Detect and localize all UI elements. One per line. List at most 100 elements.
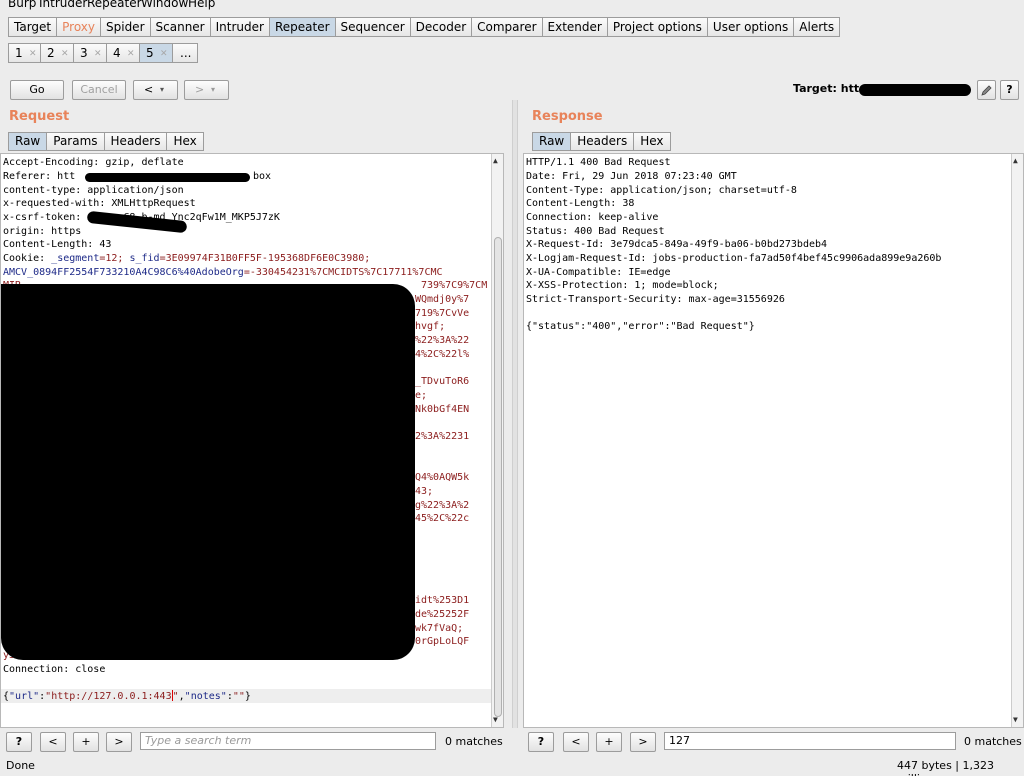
response-title: Response (532, 109, 603, 124)
dropdown-icon[interactable]: ▾ (160, 81, 164, 99)
menu-burp[interactable]: Burp (8, 0, 36, 10)
json-punct: } (244, 691, 251, 702)
tab-spider[interactable]: Spider (101, 17, 151, 37)
cookie-name: _segment (51, 253, 100, 264)
tab-headers[interactable]: Headers (104, 132, 168, 151)
response-scrollbar[interactable]: ▲ ▼ (1011, 154, 1023, 727)
repeater-tab-1[interactable]: 1 ✕ (8, 43, 41, 63)
search-prev-button[interactable]: < (563, 732, 589, 752)
request-line-text: Referer: htt (3, 171, 76, 182)
tab-decoder[interactable]: Decoder (410, 17, 473, 37)
request-line: Accept-Encoding: gzip, deflate (3, 157, 184, 168)
tab-raw[interactable]: Raw (532, 132, 572, 151)
tab-scanner[interactable]: Scanner (150, 17, 211, 37)
pencil-icon (981, 85, 992, 96)
tab-sequencer[interactable]: Sequencer (335, 17, 411, 37)
tab-user-options[interactable]: User options (707, 17, 795, 37)
close-icon[interactable]: ✕ (29, 45, 37, 63)
cookie-fragment: 2%3A%2231 (415, 431, 470, 442)
response-tabs: Raw Headers Hex (532, 132, 671, 151)
search-next-button[interactable]: > (106, 732, 132, 752)
scroll-down-icon[interactable]: ▼ (493, 715, 498, 724)
response-line: X-Request-Id: 3e79dca5-849a-49f9-ba06-b0… (526, 239, 828, 250)
response-line: Content-Type: application/json; charset=… (526, 185, 797, 196)
repeater-tab-5[interactable]: 5 ✕ (140, 43, 173, 63)
close-icon[interactable]: ✕ (160, 45, 168, 63)
request-search-input[interactable]: Type a search term (140, 732, 436, 750)
back-button[interactable]: < ▾ (133, 80, 178, 100)
tab-repeater[interactable]: Repeater (269, 17, 336, 37)
menu-bar: Burp Intruder Repeater Window Help (0, 0, 1024, 12)
cookie-name: s_fid (129, 253, 160, 264)
request-line: Connection: close (3, 664, 106, 675)
cookie-fragment: _TDvuToR6 (415, 376, 470, 387)
cookie-fragment: wk7fVaQ; (415, 623, 464, 634)
search-add-button[interactable]: + (73, 732, 99, 752)
scroll-down-icon[interactable]: ▼ (1013, 715, 1018, 724)
json-value: "" (232, 691, 245, 702)
go-button[interactable]: Go (10, 80, 64, 100)
tab-headers[interactable]: Headers (571, 132, 635, 151)
close-icon[interactable]: ✕ (127, 45, 135, 63)
tab-alerts[interactable]: Alerts (794, 17, 841, 37)
repeater-tab-4[interactable]: 4 ✕ (107, 43, 140, 63)
search-next-button[interactable]: > (630, 732, 656, 752)
tab-hex[interactable]: Hex (167, 132, 204, 151)
repeater-tabs: 1 ✕ 2 ✕ 3 ✕ 4 ✕ 5 ✕ ... (8, 43, 198, 63)
repeater-tab-2[interactable]: 2 ✕ (41, 43, 74, 63)
redaction-block (1, 284, 415, 660)
search-help-button[interactable]: ? (528, 732, 554, 752)
response-line: Connection: keep-alive (526, 212, 659, 223)
request-line: origin: https (3, 226, 82, 237)
response-line: Date: Fri, 29 Jun 2018 07:23:40 GMT (526, 171, 737, 182)
status-text: Done (6, 759, 35, 772)
forward-button[interactable]: > ▾ (184, 80, 229, 100)
edit-target-button[interactable] (977, 80, 996, 100)
tab-hex[interactable]: Hex (634, 132, 671, 151)
tool-tabs: Target Proxy Spider Scanner Intruder Rep… (8, 17, 841, 37)
tab-intruder[interactable]: Intruder (210, 17, 270, 37)
help-button[interactable]: ? (1000, 80, 1019, 100)
cookie-line: AMCV_0894FF2554F733210A4C98C6%40AdobeOrg… (3, 266, 443, 279)
tab-target[interactable]: Target (8, 17, 58, 37)
search-add-button[interactable]: + (596, 732, 622, 752)
dropdown-icon[interactable]: ▾ (211, 81, 215, 99)
request-scrollbar[interactable]: ▲ ▼ (491, 154, 503, 727)
search-prev-button[interactable]: < (40, 732, 66, 752)
scroll-up-icon[interactable]: ▲ (1013, 156, 1018, 165)
menu-window[interactable]: Window (141, 0, 188, 10)
request-body[interactable]: {"url":"http://127.0.0.1:443","notes":""… (3, 690, 251, 703)
response-editor[interactable]: HTTP/1.1 400 Bad Request Date: Fri, 29 J… (523, 153, 1024, 728)
cookie-value: =3E09974F31B0FF5F-195368DF6E0C3980; (159, 253, 371, 264)
tab-raw[interactable]: Raw (8, 132, 48, 151)
referer-tail: box (253, 171, 272, 182)
response-search-input[interactable]: 127 (664, 732, 956, 750)
tab-extender[interactable]: Extender (542, 17, 608, 37)
repeater-tab-new[interactable]: ... (173, 43, 198, 63)
close-icon[interactable]: ✕ (94, 45, 102, 63)
json-value: "http://127.0.0.1:443 (45, 691, 172, 702)
request-editor[interactable]: Accept-Encoding: gzip, deflate Referer: … (0, 153, 504, 728)
cookie-fragment: 43; (415, 486, 434, 497)
repeater-tab-label: 1 (15, 46, 23, 60)
repeater-tab-label: 2 (47, 46, 55, 60)
menu-help[interactable]: Help (188, 0, 215, 10)
scroll-thumb[interactable] (494, 237, 502, 717)
close-icon[interactable]: ✕ (61, 45, 69, 63)
search-help-button[interactable]: ? (6, 732, 32, 752)
tab-proxy[interactable]: Proxy (57, 17, 101, 37)
cookie-value: =-330454231%7CMCIDTS%7C17711%7CMC (243, 267, 443, 278)
response-line: X-XSS-Protection: 1; mode=block; (526, 280, 719, 291)
chevron-right-icon: > (195, 83, 205, 96)
menu-repeater[interactable]: Repeater (87, 0, 142, 10)
tab-project-options[interactable]: Project options (607, 17, 708, 37)
menu-intruder[interactable]: Intruder (39, 0, 87, 10)
request-line: x-requested-with: XMLHttpRequest (3, 198, 196, 209)
scroll-up-icon[interactable]: ▲ (493, 156, 498, 165)
tab-params[interactable]: Params (47, 132, 105, 151)
pane-splitter[interactable] (512, 100, 518, 728)
redaction-mark (85, 173, 250, 182)
tab-comparer[interactable]: Comparer (472, 17, 543, 37)
cancel-button[interactable]: Cancel (72, 80, 126, 100)
repeater-tab-3[interactable]: 3 ✕ (74, 43, 107, 63)
